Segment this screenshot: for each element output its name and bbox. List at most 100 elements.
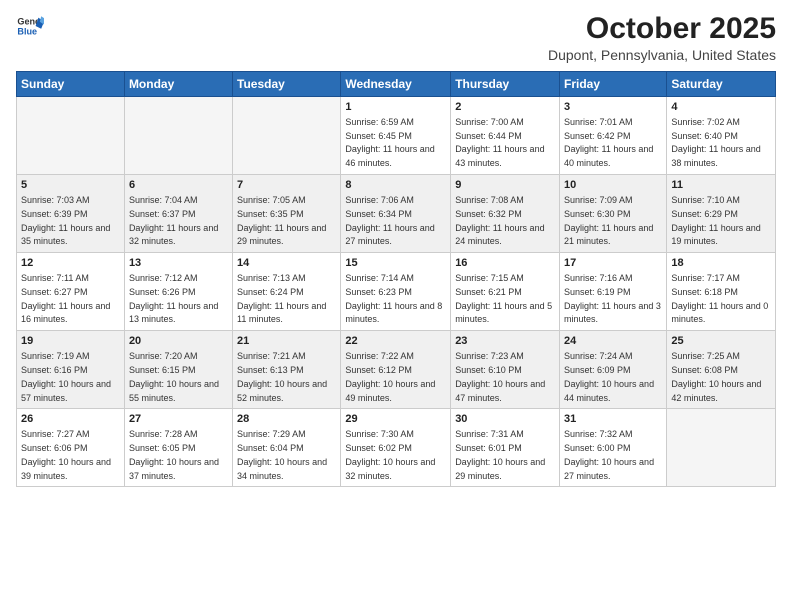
day-number: 9 bbox=[455, 178, 555, 193]
table-row: 1 Sunrise: 6:59 AMSunset: 6:45 PMDaylight… bbox=[341, 97, 451, 175]
day-number: 10 bbox=[564, 178, 662, 193]
table-row: 29 Sunrise: 7:30 AMSunset: 6:02 PMDayligh… bbox=[341, 409, 451, 487]
subtitle: Dupont, Pennsylvania, United States bbox=[548, 47, 776, 63]
day-number: 29 bbox=[345, 412, 446, 427]
calendar-week-row: 19 Sunrise: 7:19 AMSunset: 6:16 PMDayligh… bbox=[17, 331, 776, 409]
logo: General Blue bbox=[16, 12, 44, 40]
day-info: Sunrise: 7:01 AMSunset: 6:42 PMDaylight:… bbox=[564, 117, 653, 168]
day-number: 2 bbox=[455, 100, 555, 115]
table-row: 15 Sunrise: 7:14 AMSunset: 6:23 PMDayligh… bbox=[341, 253, 451, 331]
table-row: 4 Sunrise: 7:02 AMSunset: 6:40 PMDaylight… bbox=[667, 97, 776, 175]
day-info: Sunrise: 7:08 AMSunset: 6:32 PMDaylight:… bbox=[455, 195, 544, 246]
day-info: Sunrise: 7:30 AMSunset: 6:02 PMDaylight:… bbox=[345, 429, 435, 480]
table-row: 17 Sunrise: 7:16 AMSunset: 6:19 PMDayligh… bbox=[560, 253, 667, 331]
day-info: Sunrise: 7:31 AMSunset: 6:01 PMDaylight:… bbox=[455, 429, 545, 480]
calendar-week-row: 12 Sunrise: 7:11 AMSunset: 6:27 PMDayligh… bbox=[17, 253, 776, 331]
day-number: 20 bbox=[129, 334, 228, 349]
day-number: 26 bbox=[21, 412, 120, 427]
table-row: 3Sunrise: 7:01 AMSunset: 6:42 PMDaylight… bbox=[560, 97, 667, 175]
day-number: 30 bbox=[455, 412, 555, 427]
table-row: 2 Sunrise: 7:00 AMSunset: 6:44 PMDaylight… bbox=[451, 97, 560, 175]
day-number: 5 bbox=[21, 178, 120, 193]
day-info: Sunrise: 7:15 AMSunset: 6:21 PMDaylight:… bbox=[455, 273, 552, 324]
day-number: 15 bbox=[345, 256, 446, 271]
table-row bbox=[667, 409, 776, 487]
day-number: 17 bbox=[564, 256, 662, 271]
table-row: 16 Sunrise: 7:15 AMSunset: 6:21 PMDayligh… bbox=[451, 253, 560, 331]
day-number: 27 bbox=[129, 412, 228, 427]
header-friday: Friday bbox=[560, 72, 667, 97]
header-monday: Monday bbox=[124, 72, 232, 97]
day-number: 14 bbox=[237, 256, 336, 271]
day-info: Sunrise: 7:03 AMSunset: 6:39 PMDaylight:… bbox=[21, 195, 110, 246]
table-row: 5 Sunrise: 7:03 AMSunset: 6:39 PMDaylight… bbox=[17, 175, 125, 253]
table-row: 21Sunrise: 7:21 AMSunset: 6:13 PMDayligh… bbox=[233, 331, 341, 409]
table-row: 19 Sunrise: 7:19 AMSunset: 6:16 PMDayligh… bbox=[17, 331, 125, 409]
day-number: 7 bbox=[237, 178, 336, 193]
day-number: 22 bbox=[345, 334, 446, 349]
day-info: Sunrise: 7:00 AMSunset: 6:44 PMDaylight:… bbox=[455, 117, 544, 168]
day-number: 4 bbox=[671, 100, 771, 115]
table-row: 28Sunrise: 7:29 AMSunset: 6:04 PMDayligh… bbox=[233, 409, 341, 487]
day-number: 31 bbox=[564, 412, 662, 427]
day-info: Sunrise: 7:14 AMSunset: 6:23 PMDaylight:… bbox=[345, 273, 442, 324]
day-info: Sunrise: 7:10 AMSunset: 6:29 PMDaylight:… bbox=[671, 195, 760, 246]
day-info: Sunrise: 7:22 AMSunset: 6:12 PMDaylight:… bbox=[345, 351, 435, 402]
calendar-week-row: 26 Sunrise: 7:27 AMSunset: 6:06 PMDayligh… bbox=[17, 409, 776, 487]
table-row: 23 Sunrise: 7:23 AMSunset: 6:10 PMDayligh… bbox=[451, 331, 560, 409]
svg-text:Blue: Blue bbox=[17, 26, 37, 36]
day-info: Sunrise: 7:25 AMSunset: 6:08 PMDaylight:… bbox=[671, 351, 761, 402]
table-row: 31 Sunrise: 7:32 AMSunset: 6:00 PMDayligh… bbox=[560, 409, 667, 487]
calendar: Sunday Monday Tuesday Wednesday Thursday… bbox=[16, 71, 776, 487]
day-info: Sunrise: 6:59 AMSunset: 6:45 PMDaylight:… bbox=[345, 117, 434, 168]
logo-icon: General Blue bbox=[16, 12, 44, 40]
day-info: Sunrise: 7:24 AMSunset: 6:09 PMDaylight:… bbox=[564, 351, 654, 402]
day-number: 19 bbox=[21, 334, 120, 349]
day-info: Sunrise: 7:29 AMSunset: 6:04 PMDaylight:… bbox=[237, 429, 327, 480]
day-info: Sunrise: 7:16 AMSunset: 6:19 PMDaylight:… bbox=[564, 273, 661, 324]
day-info: Sunrise: 7:17 AMSunset: 6:18 PMDaylight:… bbox=[671, 273, 768, 324]
table-row: 14Sunrise: 7:13 AMSunset: 6:24 PMDayligh… bbox=[233, 253, 341, 331]
table-row: 11Sunrise: 7:10 AMSunset: 6:29 PMDayligh… bbox=[667, 175, 776, 253]
day-number: 6 bbox=[129, 178, 228, 193]
table-row: 24 Sunrise: 7:24 AMSunset: 6:09 PMDayligh… bbox=[560, 331, 667, 409]
table-row bbox=[233, 97, 341, 175]
calendar-header-row: Sunday Monday Tuesday Wednesday Thursday… bbox=[17, 72, 776, 97]
table-row: 25 Sunrise: 7:25 AMSunset: 6:08 PMDayligh… bbox=[667, 331, 776, 409]
table-row: 22 Sunrise: 7:22 AMSunset: 6:12 PMDayligh… bbox=[341, 331, 451, 409]
header-sunday: Sunday bbox=[17, 72, 125, 97]
day-number: 23 bbox=[455, 334, 555, 349]
day-info: Sunrise: 7:09 AMSunset: 6:30 PMDaylight:… bbox=[564, 195, 653, 246]
header-saturday: Saturday bbox=[667, 72, 776, 97]
table-row: 18 Sunrise: 7:17 AMSunset: 6:18 PMDayligh… bbox=[667, 253, 776, 331]
header-tuesday: Tuesday bbox=[233, 72, 341, 97]
day-number: 8 bbox=[345, 178, 446, 193]
header-thursday: Thursday bbox=[451, 72, 560, 97]
day-info: Sunrise: 7:02 AMSunset: 6:40 PMDaylight:… bbox=[671, 117, 760, 168]
day-info: Sunrise: 7:23 AMSunset: 6:10 PMDaylight:… bbox=[455, 351, 545, 402]
day-info: Sunrise: 7:04 AMSunset: 6:37 PMDaylight:… bbox=[129, 195, 218, 246]
table-row: 30 Sunrise: 7:31 AMSunset: 6:01 PMDayligh… bbox=[451, 409, 560, 487]
table-row: 9 Sunrise: 7:08 AMSunset: 6:32 PMDaylight… bbox=[451, 175, 560, 253]
day-info: Sunrise: 7:11 AMSunset: 6:27 PMDaylight:… bbox=[21, 273, 110, 324]
day-number: 12 bbox=[21, 256, 120, 271]
day-number: 25 bbox=[671, 334, 771, 349]
day-number: 13 bbox=[129, 256, 228, 271]
day-info: Sunrise: 7:20 AMSunset: 6:15 PMDaylight:… bbox=[129, 351, 219, 402]
day-info: Sunrise: 7:05 AMSunset: 6:35 PMDaylight:… bbox=[237, 195, 326, 246]
day-info: Sunrise: 7:19 AMSunset: 6:16 PMDaylight:… bbox=[21, 351, 111, 402]
day-number: 16 bbox=[455, 256, 555, 271]
table-row: 26 Sunrise: 7:27 AMSunset: 6:06 PMDayligh… bbox=[17, 409, 125, 487]
table-row: 7 Sunrise: 7:05 AMSunset: 6:35 PMDaylight… bbox=[233, 175, 341, 253]
day-number: 24 bbox=[564, 334, 662, 349]
day-info: Sunrise: 7:27 AMSunset: 6:06 PMDaylight:… bbox=[21, 429, 111, 480]
calendar-week-row: 5 Sunrise: 7:03 AMSunset: 6:39 PMDaylight… bbox=[17, 175, 776, 253]
table-row bbox=[17, 97, 125, 175]
table-row: 12 Sunrise: 7:11 AMSunset: 6:27 PMDayligh… bbox=[17, 253, 125, 331]
day-number: 1 bbox=[345, 100, 446, 115]
table-row: 20 Sunrise: 7:20 AMSunset: 6:15 PMDayligh… bbox=[124, 331, 232, 409]
day-number: 18 bbox=[671, 256, 771, 271]
table-row: 8Sunrise: 7:06 AMSunset: 6:34 PMDaylight… bbox=[341, 175, 451, 253]
table-row bbox=[124, 97, 232, 175]
day-info: Sunrise: 7:32 AMSunset: 6:00 PMDaylight:… bbox=[564, 429, 654, 480]
